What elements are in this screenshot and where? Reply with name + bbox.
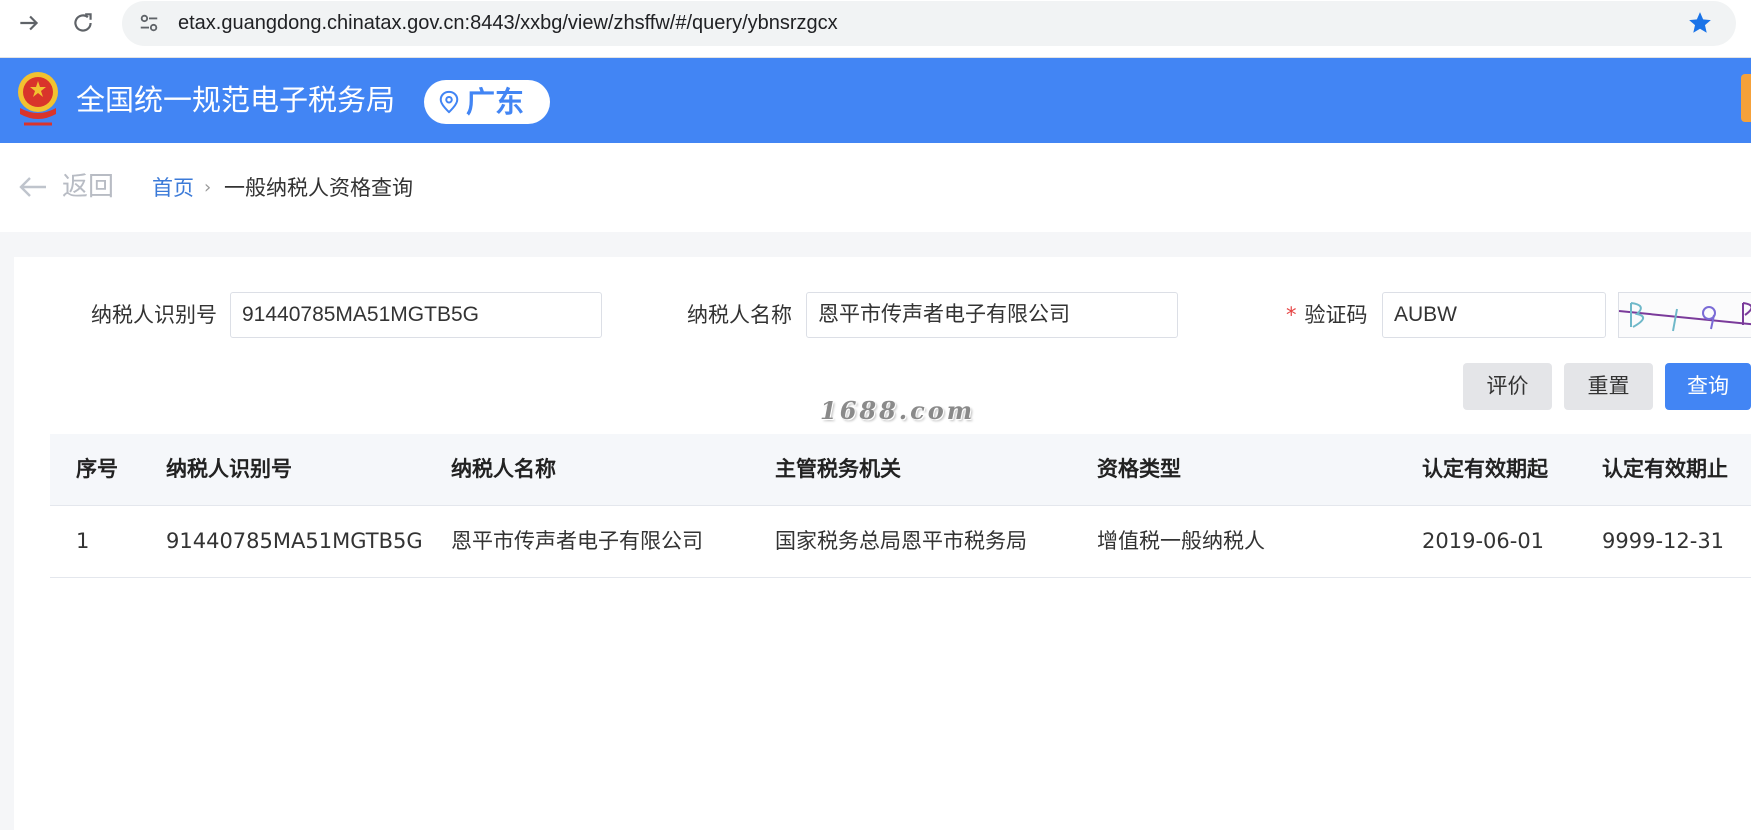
col-header-valid-from: 认定有效期起 [1422,457,1548,481]
breadcrumb-home-link[interactable]: 首页 [152,174,194,202]
tax-emblem-icon [18,72,58,126]
back-button[interactable]: 返回 [62,171,114,203]
taxpayer-id-input[interactable]: 91440785MA51MGTB5G [230,292,602,338]
result-table: 序号 纳税人识别号 纳税人名称 主管税务机关 资格类型 认定有效期起 认定有效期… [50,434,1751,578]
bookmark-star-icon[interactable] [1687,10,1713,36]
taxpayer-name-input[interactable]: 恩平市传声者电子有限公司 [806,292,1178,338]
region-selector[interactable]: 广东 [424,80,550,124]
cell-taxpayer-name: 恩平市传声者电子有限公司 [451,529,703,553]
cell-index: 1 [76,529,90,553]
app-title: 全国统一规范电子税务局 [76,83,396,117]
taxpayer-name-label: 纳税人名称 [687,303,792,327]
forward-icon[interactable] [16,10,42,36]
col-header-qualification-type: 资格类型 [1097,457,1181,481]
table-row: 1 91440785MA51MGTB5G 恩平市传声者电子有限公司 国家税务总局… [50,506,1751,578]
reload-icon[interactable] [70,10,96,36]
header-action-tab[interactable] [1741,74,1751,122]
col-header-tax-authority: 主管税务机关 [775,457,901,481]
browser-toolbar: etax.guangdong.chinatax.gov.cn:8443/xxbg… [0,0,1751,58]
cell-valid-from: 2019-06-01 [1422,529,1545,553]
breadcrumb-current: 一般纳税人资格查询 [224,176,413,200]
col-header-index: 序号 [76,457,118,481]
captcha-input[interactable]: AUBW [1382,292,1606,338]
evaluate-button[interactable]: 评价 [1463,363,1552,410]
location-pin-icon [439,90,459,114]
back-arrow-icon[interactable] [18,175,48,199]
query-card: 纳税人识别号 91440785MA51MGTB5G 纳税人名称 恩平市传声者电子… [14,257,1751,830]
breadcrumb-bar: 返回 首页 › 一般纳税人资格查询 [0,143,1751,232]
cell-taxpayer-id: 91440785MA51MGTB5G [166,529,423,553]
search-button[interactable]: 查询 [1665,363,1751,410]
region-label: 广东 [466,85,525,119]
taxpayer-id-label: 纳税人识别号 [91,303,217,327]
col-header-taxpayer-name: 纳税人名称 [451,457,556,481]
watermark: 1688.com [820,396,976,425]
app-header: 全国统一规范电子税务局 广东 [0,58,1751,143]
reset-button[interactable]: 重置 [1564,363,1653,410]
breadcrumb-separator: › [204,177,212,198]
col-header-valid-to: 认定有效期止 [1602,457,1728,481]
cell-tax-authority: 国家税务总局恩平市税务局 [775,529,1027,553]
captcha-label: * 验证码 [1286,301,1368,329]
cell-qualification-type: 增值税一般纳税人 [1097,529,1265,553]
url-text[interactable]: etax.guangdong.chinatax.gov.cn:8443/xxbg… [178,10,838,36]
captcha-graphic [1619,302,1751,332]
required-mark: * [1286,303,1297,327]
site-settings-icon[interactable] [138,12,160,34]
captcha-image[interactable] [1618,292,1751,338]
table-header: 序号 纳税人识别号 纳税人名称 主管税务机关 资格类型 认定有效期起 认定有效期… [50,434,1751,506]
cell-valid-to: 9999-12-31 [1602,529,1725,553]
col-header-taxpayer-id: 纳税人识别号 [166,457,292,481]
captcha-label-text: 验证码 [1304,303,1368,327]
